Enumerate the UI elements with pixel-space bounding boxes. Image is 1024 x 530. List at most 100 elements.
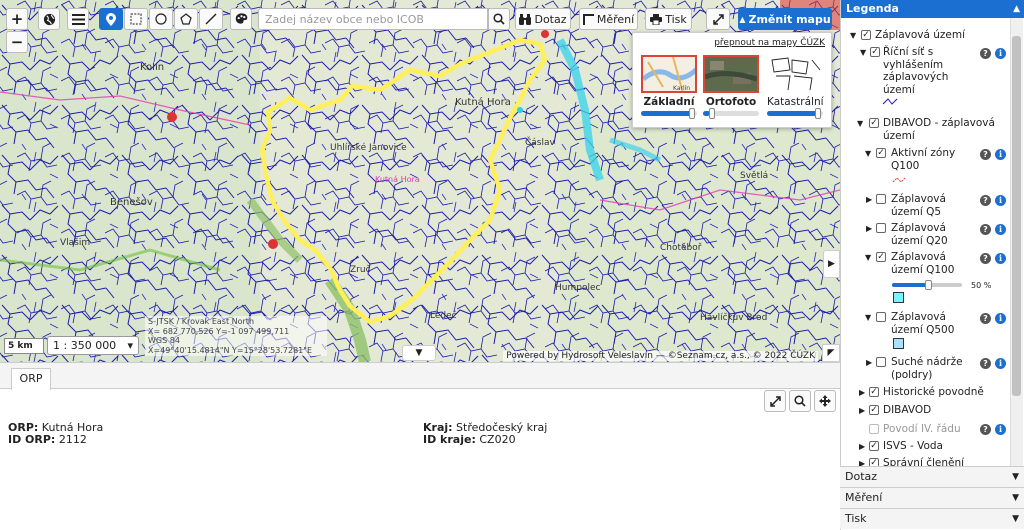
query-button[interactable]: Dotaz: [515, 8, 571, 30]
layer-checkbox[interactable]: [876, 312, 886, 322]
info-icon[interactable]: i: [995, 48, 1006, 59]
info-tabbar: ORP: [0, 363, 840, 390]
tree-collapsed-icon[interactable]: ▶: [866, 195, 872, 204]
help-icon[interactable]: ?: [980, 224, 991, 235]
help-icon[interactable]: ?: [980, 253, 991, 264]
switch-cuzk-link[interactable]: přepnout na mapy ČÚZK: [714, 38, 825, 48]
help-icon[interactable]: ?: [980, 195, 991, 206]
layer-checkbox[interactable]: ✓: [861, 30, 871, 40]
zoom-out-button[interactable]: −: [6, 31, 28, 53]
select-line-button[interactable]: [199, 8, 223, 30]
info-icon[interactable]: i: [995, 195, 1006, 206]
polygon-icon: [180, 13, 192, 25]
help-icon[interactable]: ?: [980, 313, 991, 324]
help-icon[interactable]: ?: [980, 424, 991, 435]
scale-select[interactable]: 1 : 350 000: [47, 336, 139, 355]
accordion-print[interactable]: Tisk ▼: [840, 508, 1024, 529]
tree-expanded-icon[interactable]: ▼: [865, 253, 871, 262]
legend-header[interactable]: Legenda ▲: [841, 0, 1024, 18]
layer-checkbox[interactable]: ✓: [876, 148, 886, 158]
layer-label: Historické povodně: [883, 386, 984, 398]
place-label: Zruč: [350, 264, 371, 275]
layer-checkbox[interactable]: ✓: [870, 47, 880, 57]
layers-menu-button[interactable]: [67, 8, 89, 30]
rectangle-icon: [130, 13, 142, 25]
tree-collapsed-icon[interactable]: ▶: [859, 442, 865, 451]
svg-text:Karlín: Karlín: [673, 85, 690, 92]
tree-expanded-icon[interactable]: ▼: [857, 119, 863, 128]
map-type-panel: přepnout na mapy ČÚZK Karlín Základní Or…: [632, 32, 832, 128]
layer-checkbox[interactable]: ✓: [869, 118, 879, 128]
palette-icon: [235, 13, 247, 24]
caret-down-icon: ▼: [1012, 493, 1019, 503]
tree-collapsed-icon[interactable]: ▶: [859, 406, 865, 415]
help-icon[interactable]: ?: [980, 48, 991, 59]
info-icon[interactable]: i: [995, 424, 1006, 435]
layer-checkbox[interactable]: ✓: [869, 441, 879, 451]
layer-checkbox[interactable]: [876, 223, 886, 233]
ortho-map-thumbnail: [703, 55, 759, 93]
expand-info-button[interactable]: [764, 390, 786, 412]
map-canvas[interactable]: Kolín Kutná Hora Čáslav Benešov Vlašim H…: [0, 0, 840, 362]
legend-scrollbar-thumb[interactable]: [1012, 36, 1021, 396]
select-polygon-button[interactable]: [174, 8, 198, 30]
map-type-cadastral[interactable]: Katastrální: [767, 55, 824, 119]
layer-label: Záplavová území Q500: [891, 311, 955, 336]
tree-expanded-icon[interactable]: ▼: [860, 48, 866, 57]
layer-checkbox[interactable]: [869, 424, 879, 434]
search-button[interactable]: [488, 8, 510, 30]
accordion-query[interactable]: Dotaz ▼: [840, 466, 1024, 487]
collapse-panel-button[interactable]: ▼: [402, 345, 436, 361]
accordion-measure[interactable]: Měření ▼: [840, 487, 1024, 508]
q100-opacity-slider[interactable]: [892, 280, 962, 290]
tree-collapsed-icon[interactable]: ▶: [859, 388, 865, 397]
cadastral-opacity-slider[interactable]: [767, 108, 823, 119]
place-label: Kolín: [140, 61, 164, 73]
tree-expanded-icon[interactable]: ▼: [865, 313, 871, 322]
layer-checkbox[interactable]: [876, 357, 886, 367]
info-icon[interactable]: i: [995, 149, 1006, 160]
basic-opacity-slider[interactable]: [641, 108, 697, 119]
select-circle-button[interactable]: [149, 8, 173, 30]
measure-button[interactable]: Měření: [579, 8, 638, 30]
map-type-label: Katastrální: [767, 96, 824, 108]
info-icon[interactable]: i: [995, 313, 1006, 324]
pan-to-feature-button[interactable]: [814, 390, 836, 412]
ortho-opacity-slider[interactable]: [703, 108, 759, 119]
zoom-to-feature-button[interactable]: [789, 390, 811, 412]
search-input[interactable]: [258, 8, 488, 30]
info-icon[interactable]: i: [995, 253, 1006, 264]
resize-corner-button[interactable]: ◤: [822, 344, 840, 362]
fullscreen-button[interactable]: [706, 8, 730, 30]
layer-checkbox[interactable]: ✓: [876, 252, 886, 262]
select-rectangle-button[interactable]: [124, 8, 148, 30]
place-label: Uhlířské Janovice: [330, 142, 407, 153]
globe-button[interactable]: [38, 8, 60, 30]
layer-checkbox[interactable]: ✓: [869, 387, 879, 397]
help-icon[interactable]: ?: [980, 358, 991, 369]
layer-label: ISVS - Voda: [883, 440, 943, 452]
layer-checkbox[interactable]: [876, 194, 886, 204]
info-icon[interactable]: i: [995, 224, 1006, 235]
tree-expanded-icon[interactable]: ▼: [850, 31, 856, 40]
map-type-ortho[interactable]: Ortofoto: [703, 55, 759, 119]
query-label: Dotaz: [534, 12, 567, 26]
help-icon[interactable]: ?: [980, 149, 991, 160]
tree-expanded-icon[interactable]: ▼: [865, 149, 871, 158]
map-type-basic[interactable]: Karlín Základní: [641, 55, 697, 119]
identify-point-button[interactable]: [99, 8, 123, 30]
layer-checkbox[interactable]: ✓: [869, 405, 879, 415]
info-icon[interactable]: i: [995, 358, 1006, 369]
zoom-in-button[interactable]: +: [6, 8, 28, 30]
color-palette-button[interactable]: [230, 8, 252, 30]
layer-label: Záplavová území Q20: [891, 222, 948, 247]
tab-orp[interactable]: ORP: [11, 368, 51, 390]
layer-label: Záplavová území Q5: [891, 193, 946, 218]
caret-right-icon: ▶: [828, 259, 835, 269]
print-button[interactable]: Tisk: [645, 8, 692, 30]
tree-collapsed-icon[interactable]: ▶: [866, 358, 872, 367]
measure-label: Měření: [596, 12, 635, 26]
tree-collapsed-icon[interactable]: ▶: [866, 224, 872, 233]
change-map-button[interactable]: ▲ Změnit mapu: [738, 8, 832, 30]
expand-right-button[interactable]: ▶: [823, 250, 840, 278]
